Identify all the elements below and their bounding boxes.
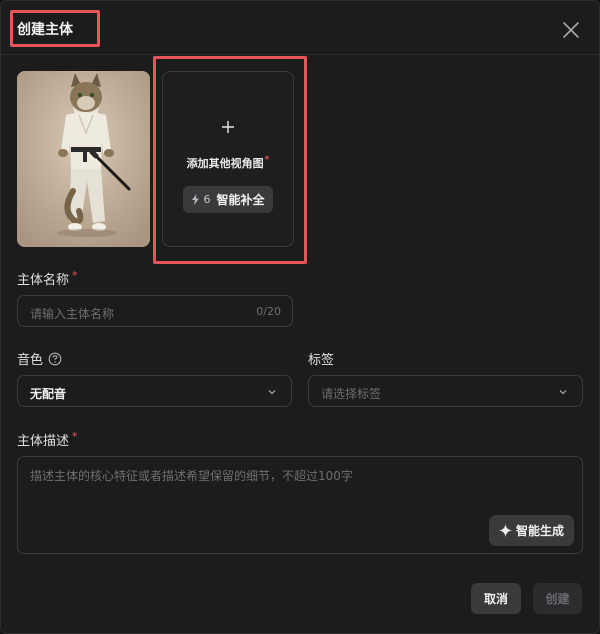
tag-field-label: 标签 — [308, 353, 335, 368]
cancel-button[interactable]: 取消 — [471, 583, 521, 614]
voice-selected-value: 无配音 — [30, 387, 67, 401]
close-button[interactable] — [559, 18, 583, 42]
voice-field-label: 音色 — [17, 349, 62, 368]
dialog-header: 创建主体 — [1, 1, 599, 55]
ai-generate-button[interactable]: 智能生成 — [489, 515, 574, 546]
name-field-label: 主体名称 * — [17, 269, 78, 288]
close-icon — [563, 22, 579, 38]
name-input-placeholder: 请输入主体名称 — [30, 307, 115, 321]
name-char-counter: 0/20 — [256, 305, 281, 318]
chevron-down-icon — [559, 390, 567, 395]
add-view-highlight-box — [153, 56, 307, 264]
name-input[interactable]: 请输入主体名称 0/20 — [17, 295, 293, 327]
ai-generate-label: 智能生成 — [515, 524, 564, 538]
voice-select[interactable]: 无配音 — [17, 375, 292, 407]
description-field-label: 主体描述 * — [17, 430, 78, 449]
required-mark: * — [72, 430, 78, 443]
create-button[interactable]: 创建 — [533, 583, 582, 614]
sparkle-icon — [498, 524, 512, 537]
reference-image[interactable] — [17, 71, 150, 247]
tag-select[interactable]: 请选择标签 — [308, 375, 583, 407]
help-icon[interactable] — [48, 352, 62, 366]
create-subject-dialog: 创建主体 添加其他视角图* 6 智能补全 主体名称 * 请输入主体名称 0/20… — [0, 0, 600, 634]
chevron-down-icon — [268, 390, 276, 395]
description-placeholder: 描述主体的核心特征或者描述希望保留的细节，不超过100字 — [30, 469, 353, 483]
title-highlight-box — [10, 10, 100, 47]
tag-select-placeholder: 请选择标签 — [321, 387, 382, 401]
required-mark: * — [72, 269, 78, 282]
cat-swordsman-image — [17, 71, 150, 247]
